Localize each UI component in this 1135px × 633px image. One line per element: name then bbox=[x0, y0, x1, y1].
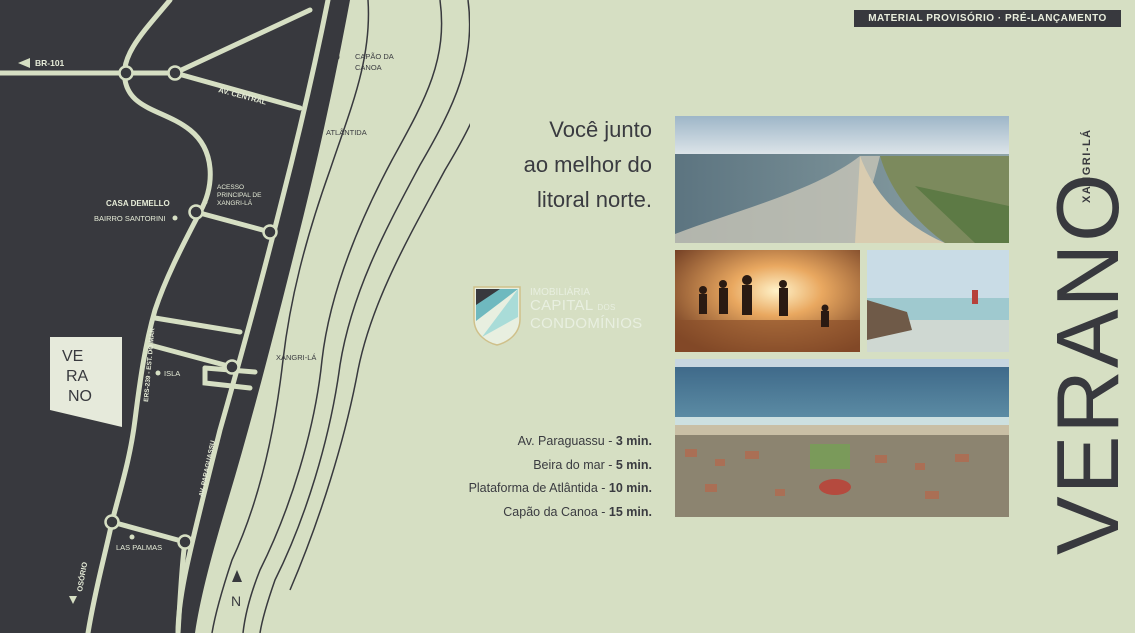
distance-item: Plataforma de Atlântida - 10 min. bbox=[400, 481, 652, 495]
photo-beach-chair bbox=[867, 250, 1009, 352]
verano-brand-logo: VERANO XANGRI-LÁ bbox=[1030, 85, 1135, 555]
photo-town-aerial bbox=[675, 359, 1009, 517]
logo-line-2: CAPITAL bbox=[530, 297, 593, 314]
distance-time: 3 min. bbox=[615, 434, 652, 448]
brand-name: VERANO bbox=[1038, 171, 1125, 555]
map-label-xangrila: XANGRI-LÁ bbox=[276, 353, 316, 362]
distance-item: Capão da Canoa - 15 min. bbox=[400, 505, 652, 519]
distance-label: Plataforma de Atlântida - bbox=[468, 481, 609, 495]
map-label-isla: ISLA bbox=[164, 369, 180, 378]
distance-time: 15 min. bbox=[608, 505, 652, 519]
map-label-santorini: BAIRRO SANTORINI bbox=[94, 214, 166, 223]
map-label-capao-2: CANOA bbox=[355, 63, 382, 72]
map-label-north: N bbox=[231, 593, 241, 609]
map-badge-line1: VE bbox=[62, 348, 83, 365]
map-label-atlantida: ATLÂNTIDA bbox=[326, 128, 367, 137]
distance-time: 10 min. bbox=[608, 481, 652, 495]
map-verano-badge: VE RA NO bbox=[50, 337, 122, 427]
map-label-acesso-1: ACESSO bbox=[217, 184, 244, 191]
distance-item: Av. Paraguassu - 3 min. bbox=[400, 434, 652, 448]
brand-sub: XANGRI-LÁ bbox=[1080, 128, 1093, 203]
distance-label: Capão da Canoa - bbox=[503, 505, 609, 519]
map-label-acesso-2: PRINCIPAL DE bbox=[217, 192, 262, 199]
map-badge-line3: NO bbox=[68, 388, 92, 405]
logo-line-3: CONDOMÍNIOS bbox=[530, 315, 643, 332]
page: BR-101 CAPÃO DA CANOA ATLÂNTIDA AV. CENT… bbox=[0, 0, 1135, 633]
headline-line-1: Você junto bbox=[549, 117, 652, 142]
map-node bbox=[118, 65, 134, 81]
north-arrow-icon bbox=[232, 570, 242, 582]
distance-label: Av. Paraguassu - bbox=[517, 434, 616, 448]
imobiliaria-logo: IMOBILIÁRIA CAPITAL DOS CONDOMÍNIOS bbox=[470, 285, 670, 347]
map-label-casa-demello: CASA DEMELLO bbox=[106, 199, 170, 208]
map-label-br101: BR-101 bbox=[35, 58, 65, 68]
headline-line-3: litoral norte. bbox=[537, 187, 652, 212]
photo-people-beach bbox=[675, 250, 860, 352]
map-badge-line2: RA bbox=[66, 368, 89, 385]
map-label-acesso-3: XANGRI-LÁ bbox=[217, 198, 253, 207]
distance-time: 5 min. bbox=[615, 458, 652, 472]
headline-line-2: ao melhor do bbox=[523, 152, 652, 177]
map-label-las-palmas: LAS PALMAS bbox=[116, 543, 162, 552]
distance-label: Beira do mar - bbox=[533, 458, 616, 472]
headline: Você junto ao melhor do litoral norte. bbox=[470, 112, 652, 217]
distance-item: Beira do mar - 5 min. bbox=[400, 458, 652, 472]
map-label-capao-1: CAPÃO DA bbox=[355, 52, 394, 61]
logo-line-2b: DOS bbox=[597, 303, 616, 312]
shield-icon bbox=[473, 286, 521, 346]
photo-beach-aerial bbox=[675, 116, 1009, 243]
location-map: BR-101 CAPÃO DA CANOA ATLÂNTIDA AV. CENT… bbox=[0, 0, 470, 633]
status-badge: MATERIAL PROVISÓRIO · PRÉ-LANÇAMENTO bbox=[854, 10, 1121, 27]
